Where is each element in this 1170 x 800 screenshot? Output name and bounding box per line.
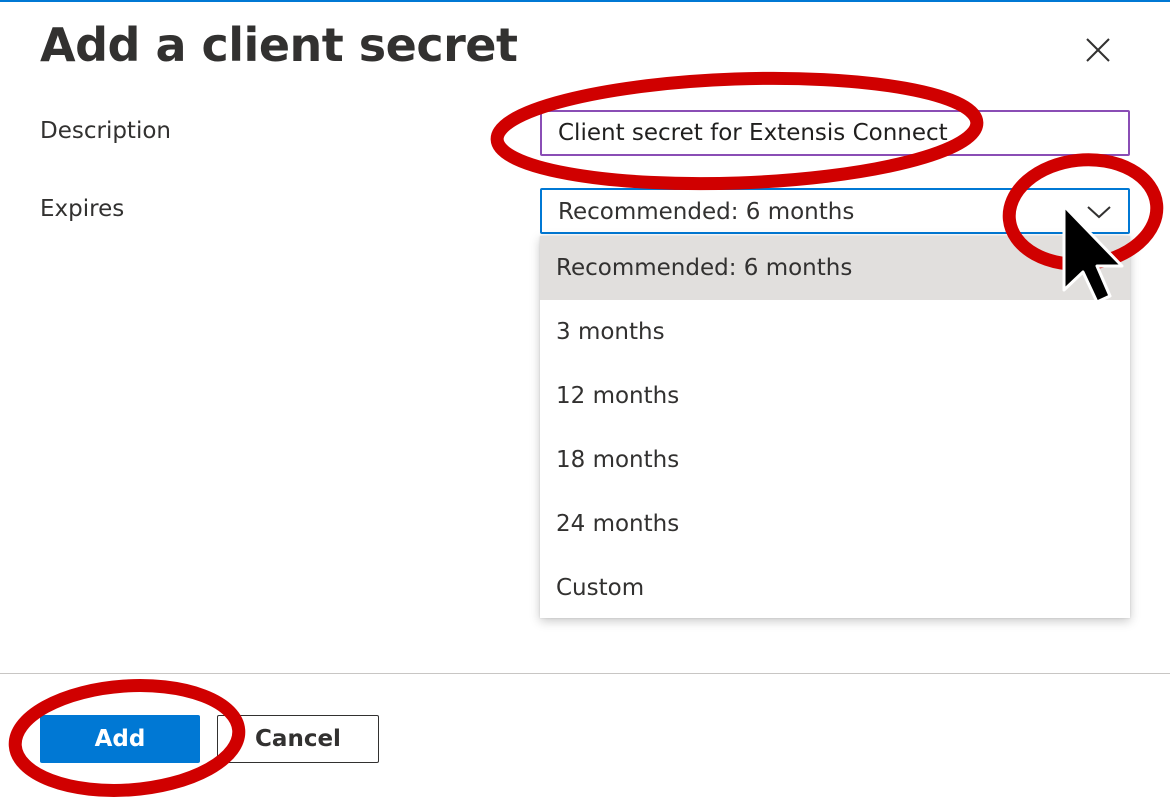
close-button[interactable] <box>1078 30 1118 70</box>
expires-option[interactable]: Recommended: 6 months <box>540 236 1130 300</box>
add-button[interactable]: Add <box>40 715 200 763</box>
panel-top-border <box>0 0 1170 2</box>
dialog-title: Add a client secret <box>40 18 518 72</box>
expires-label: Expires <box>40 196 125 222</box>
expires-select[interactable]: Recommended: 6 months <box>540 188 1130 234</box>
description-input[interactable] <box>540 110 1130 156</box>
footer-divider <box>0 673 1170 674</box>
expires-option[interactable]: 3 months <box>540 300 1130 364</box>
expires-dropdown: Recommended: 6 months 3 months 12 months… <box>540 236 1130 618</box>
expires-selected-value: Recommended: 6 months <box>558 199 855 225</box>
expires-option[interactable]: 18 months <box>540 428 1130 492</box>
expires-option[interactable]: 24 months <box>540 492 1130 556</box>
description-label: Description <box>40 118 171 144</box>
expires-option[interactable]: 12 months <box>540 364 1130 428</box>
close-icon <box>1086 38 1110 62</box>
expires-option[interactable]: Custom <box>540 556 1130 620</box>
chevron-down-icon <box>1087 206 1111 219</box>
cancel-button[interactable]: Cancel <box>217 715 379 763</box>
